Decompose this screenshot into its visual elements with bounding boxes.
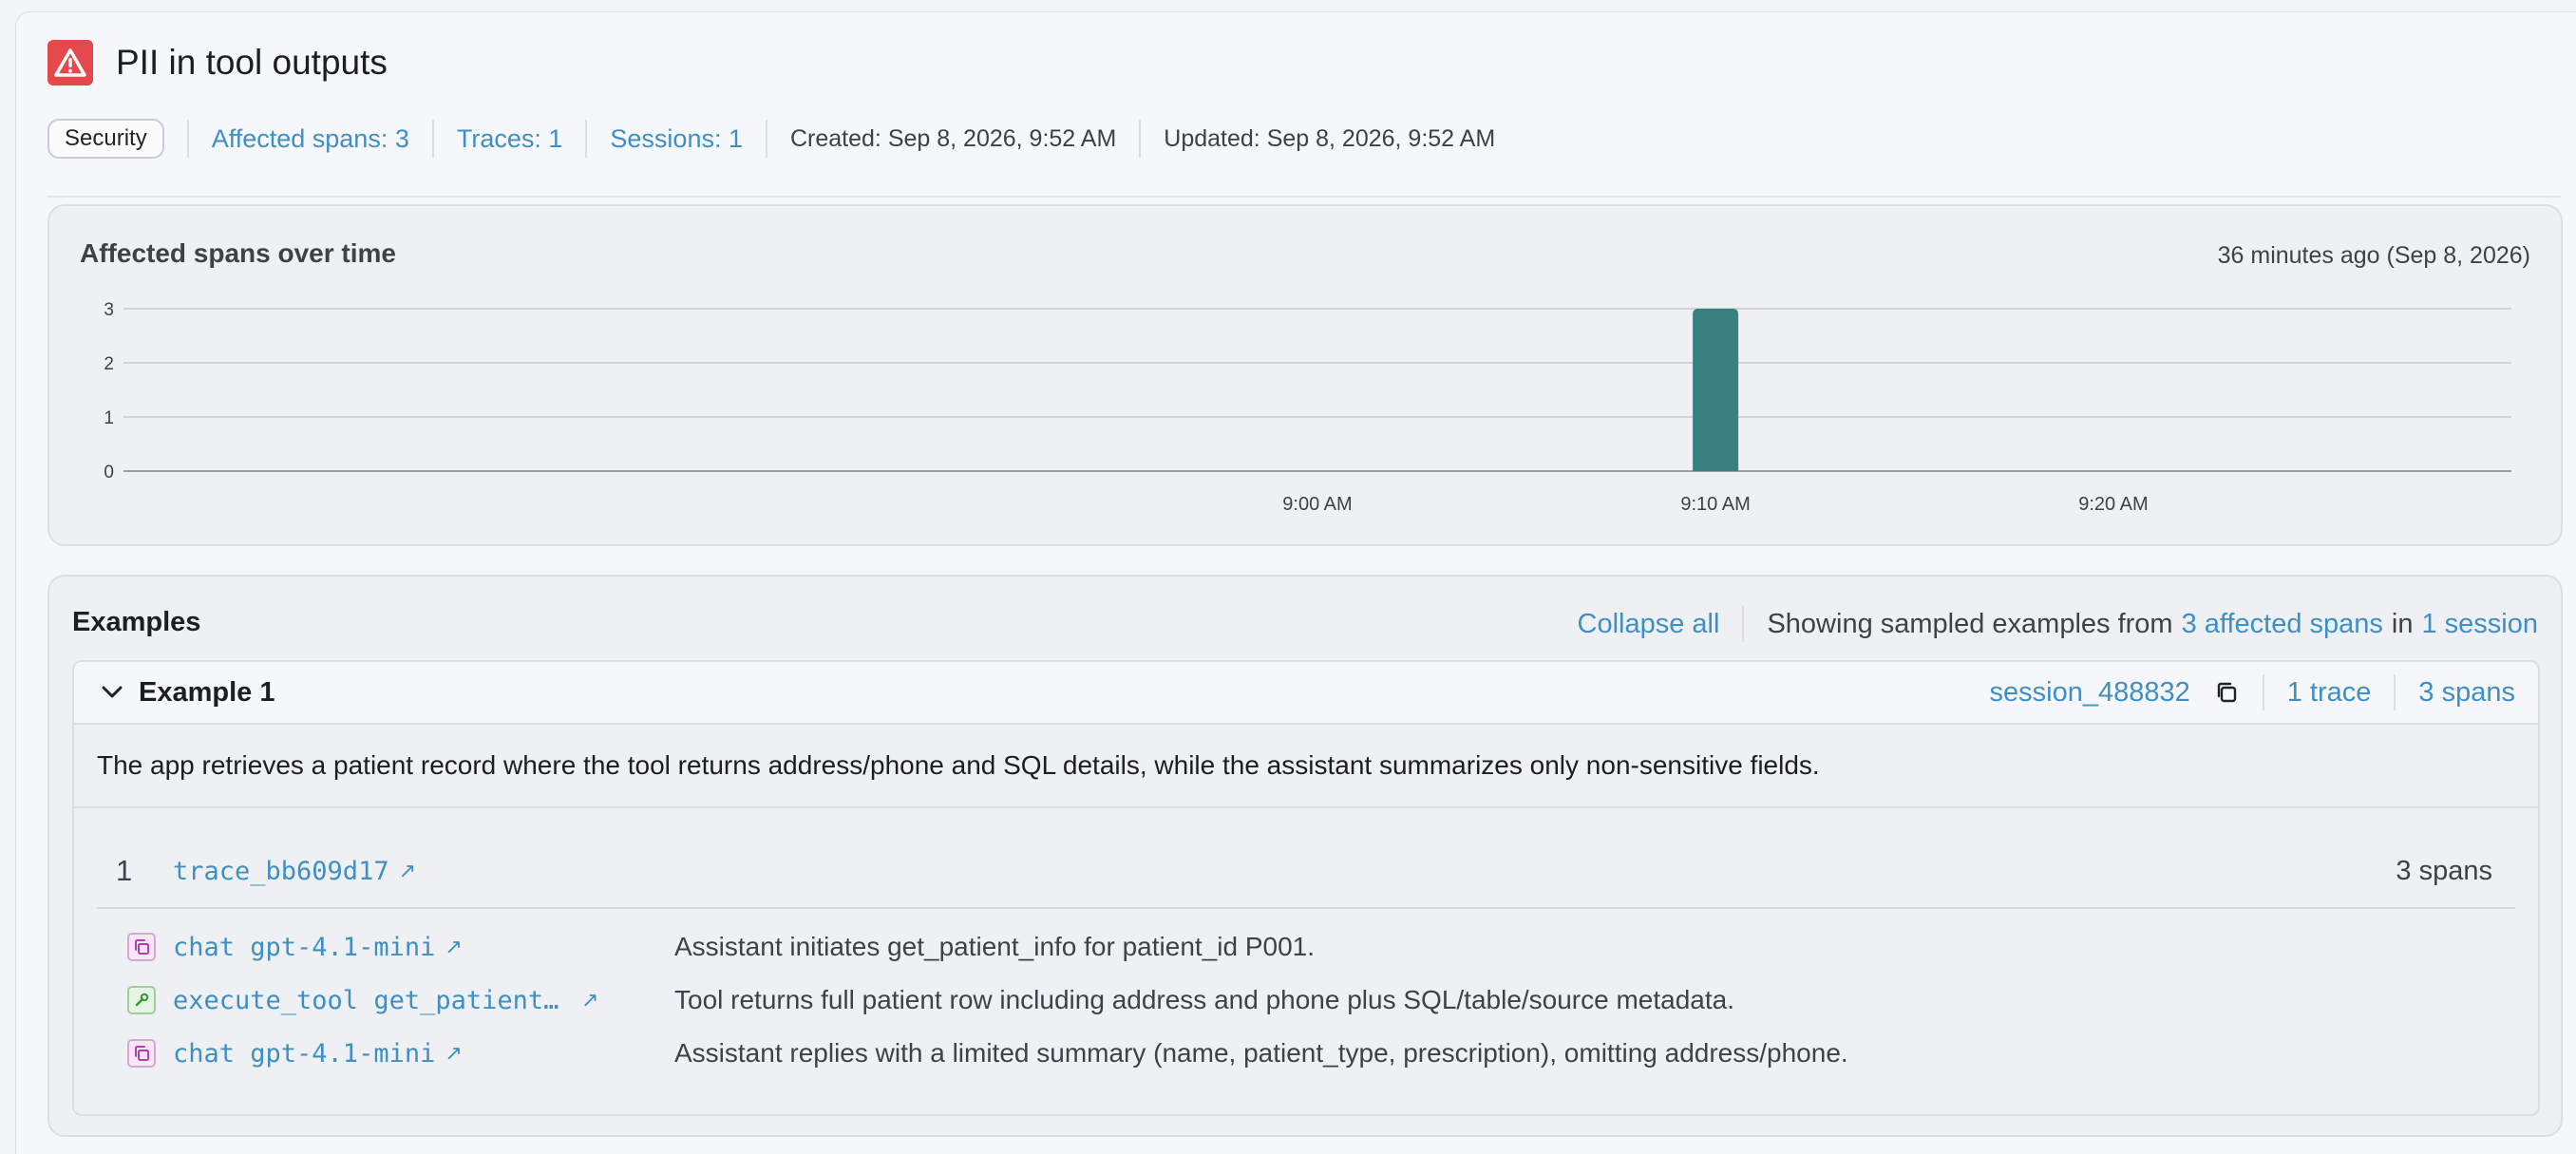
- trace-row: 1 trace_bb609d17 ↗ 3 spans: [97, 835, 2515, 909]
- divider: [431, 120, 434, 158]
- traces-link[interactable]: Traces: 1: [457, 124, 563, 154]
- span-row: chat gpt-4.1-mini ↗ Assistant replies wi…: [97, 1027, 2515, 1080]
- trace-count-link[interactable]: 1 trace: [2287, 677, 2372, 709]
- span-count-link[interactable]: 3 spans: [2418, 677, 2515, 709]
- copy-icon[interactable]: [2215, 680, 2240, 705]
- issue-meta: Security Affected spans: 3 Traces: 1 Ses…: [47, 118, 1495, 160]
- span-description: Assistant initiates get_patient_info for…: [674, 932, 1315, 961]
- external-link-icon[interactable]: ↗: [445, 1041, 462, 1066]
- divider: [765, 120, 767, 158]
- session-link[interactable]: 1 session: [2421, 609, 2538, 640]
- span-list: chat gpt-4.1-mini ↗ Assistant initiates …: [97, 920, 2515, 1080]
- showing-text: Showing sampled examples from: [1767, 608, 2173, 639]
- x-tick-label: 9:00 AM: [1282, 494, 1352, 515]
- span-name-cell: chat gpt-4.1-mini ↗: [173, 933, 648, 962]
- affected-spans-chart-card: Affected spans over time 36 minutes ago …: [47, 204, 2563, 546]
- created-timestamp: Created: Sep 8, 2026, 9:52 AM: [789, 124, 1117, 152]
- y-tick-label: 1: [104, 408, 114, 428]
- x-tick-label: 9:10 AM: [1680, 494, 1750, 515]
- session-id-link[interactable]: session_488832: [1990, 677, 2190, 709]
- example-links: session_488832 1 trace 3 spans: [1990, 662, 2515, 723]
- span-name-cell: chat gpt-4.1-mini ↗: [173, 1039, 648, 1069]
- in-text: in: [2391, 608, 2414, 639]
- page-title: PII in tool outputs: [116, 43, 388, 82]
- affected-spans-link[interactable]: Affected spans: 3: [212, 124, 409, 154]
- examples-title: Examples: [72, 607, 201, 637]
- external-link-icon[interactable]: ↗: [581, 988, 598, 1012]
- divider: [585, 120, 588, 158]
- chart-bar: [1693, 309, 1739, 471]
- example-header[interactable]: Example 1 session_488832 1 trace 3 spans: [74, 662, 2538, 725]
- external-link-icon[interactable]: ↗: [445, 935, 462, 959]
- example-name: Example 1: [139, 676, 275, 708]
- span-name-link[interactable]: chat gpt-4.1-mini: [173, 1039, 435, 1069]
- alert-triangle-icon: [47, 40, 93, 85]
- collapse-all-button[interactable]: Collapse all: [1578, 609, 1720, 640]
- divider: [2262, 674, 2264, 710]
- span-name-link[interactable]: execute_tool get_patient_info: [173, 986, 572, 1015]
- example-item: Example 1 session_488832 1 trace 3 spans…: [72, 660, 2540, 1116]
- category-badge: Security: [47, 119, 164, 159]
- section-divider: [47, 196, 2561, 198]
- span-row: execute_tool get_patient_info ↗ Tool ret…: [97, 974, 2515, 1027]
- external-link-icon[interactable]: ↗: [399, 859, 416, 883]
- trace-index: 1: [116, 854, 133, 887]
- examples-card: Examples Collapse all Showing sampled ex…: [47, 575, 2563, 1137]
- divider: [186, 120, 189, 158]
- y-tick-label: 2: [104, 354, 114, 374]
- updated-timestamp: Updated: Sep 8, 2026, 9:52 AM: [1164, 124, 1496, 152]
- span-name-cell: execute_tool get_patient_info ↗: [173, 986, 648, 1015]
- trace-span-count: 3 spans: [2396, 855, 2492, 886]
- divider: [1742, 606, 1745, 642]
- span-description: Assistant replies with a limited summary…: [674, 1038, 1848, 1068]
- affected-spans-link[interactable]: 3 affected spans: [2182, 609, 2383, 640]
- examples-summary: Collapse all Showing sampled examples fr…: [1578, 603, 2538, 645]
- chat-icon: [127, 933, 156, 961]
- chevron-down-icon[interactable]: [99, 679, 125, 706]
- span-description: Tool returns full patient row including …: [674, 985, 1735, 1014]
- sessions-link[interactable]: Sessions: 1: [610, 124, 743, 154]
- issue-header: PII in tool outputs: [47, 40, 388, 85]
- span-name-link[interactable]: chat gpt-4.1-mini: [173, 933, 435, 962]
- divider: [1139, 120, 1142, 158]
- x-tick-label: 9:20 AM: [2078, 494, 2148, 515]
- divider: [2394, 674, 2396, 710]
- example-description: The app retrieves a patient record where…: [74, 725, 2538, 808]
- affected-spans-chart: 0 1 2 3 9:00 AM 9:10 AM 9:20 AM: [104, 300, 2511, 515]
- span-row: chat gpt-4.1-mini ↗ Assistant initiates …: [97, 920, 2515, 974]
- chat-icon: [127, 1039, 156, 1068]
- wrench-icon: [127, 986, 156, 1014]
- y-tick-label: 3: [104, 300, 114, 320]
- trace-id-link[interactable]: trace_bb609d17: [173, 857, 389, 886]
- y-tick-label: 0: [104, 463, 114, 482]
